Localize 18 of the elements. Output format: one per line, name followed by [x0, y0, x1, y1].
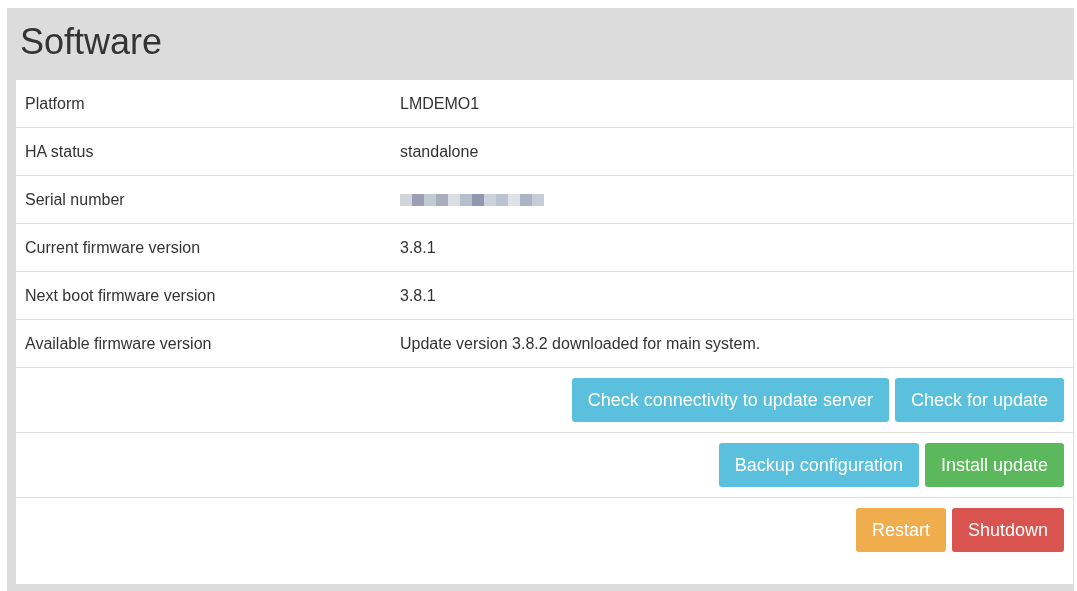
- page-title: Software: [19, 20, 164, 64]
- action-button[interactable]: Install update: [924, 443, 1064, 487]
- action-button[interactable]: Shutdown: [951, 508, 1064, 552]
- field-label: Platform: [24, 94, 86, 113]
- field-label: Serial number: [24, 190, 126, 209]
- field-value: 3.8.1: [400, 238, 436, 257]
- field-label: Next boot firmware version: [24, 286, 217, 305]
- action-button[interactable]: Backup configuration: [718, 443, 919, 487]
- field-value: 3.8.1: [400, 286, 436, 305]
- field-value: Update version 3.8.2 downloaded for main system.: [400, 334, 761, 353]
- action-button[interactable]: Check for update: [894, 378, 1064, 422]
- action-button[interactable]: Check connectivity to update server: [571, 378, 889, 422]
- field-value: standalone: [400, 142, 479, 161]
- field-label: HA status: [24, 142, 95, 161]
- field-label: Current firmware version: [24, 238, 202, 257]
- field-label: Available firmware version: [24, 334, 213, 353]
- field-value: LMDEMO1: [400, 94, 480, 113]
- action-button[interactable]: Restart: [855, 508, 946, 552]
